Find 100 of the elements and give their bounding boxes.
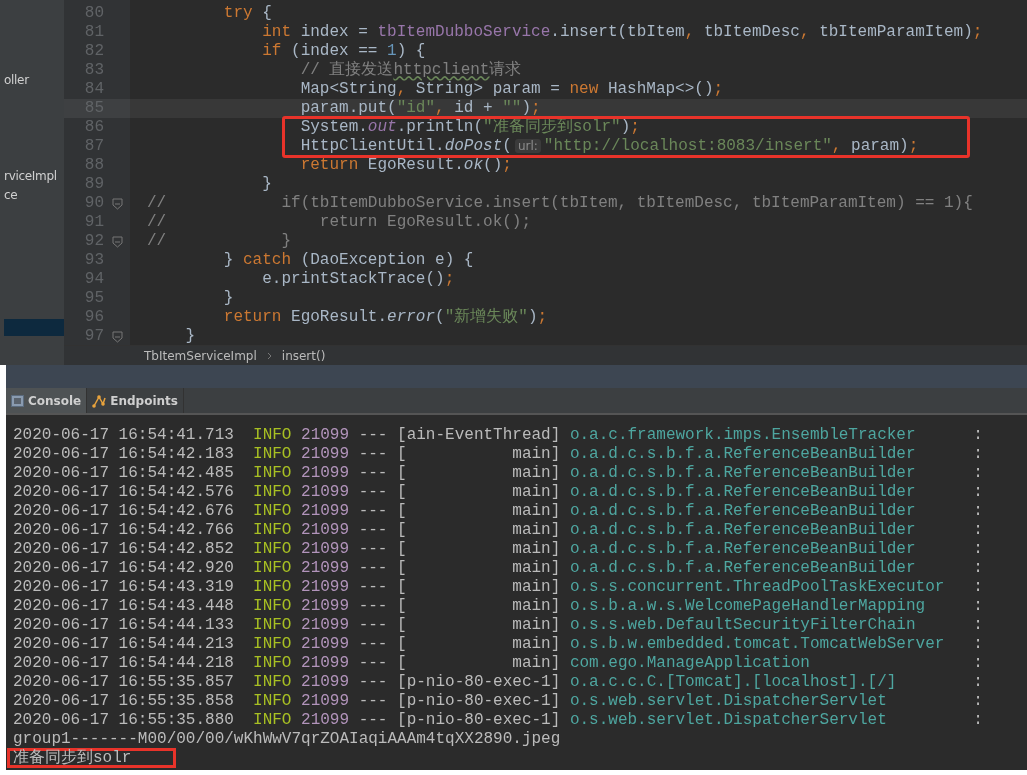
log-colon: : <box>973 426 983 445</box>
sidebar-item[interactable]: ce <box>4 187 64 204</box>
thread-name: [ main] <box>397 483 561 502</box>
log-colon: : <box>973 464 983 483</box>
log-level: INFO <box>253 692 292 711</box>
log-colon: : <box>973 673 983 692</box>
code-line: System.out.println("准备同步到solr"); <box>299 118 640 137</box>
log-timestamp: 2020-06-17 16:54:44.133 <box>13 616 234 635</box>
log-separator: --- <box>358 578 388 597</box>
thread-name: [ main] <box>397 502 561 521</box>
logger-name: o.a.d.c.s.b.f.a.ReferenceBeanBuilder <box>569 559 917 578</box>
thread-name: [ main] <box>397 616 561 635</box>
code-line: return EgoResult.error("新增失败"); <box>222 308 548 327</box>
log-colon: : <box>973 711 983 730</box>
log-colon: : <box>973 578 983 597</box>
sidebar-item[interactable]: oller <box>4 72 64 89</box>
process-id: 21099 <box>301 578 350 597</box>
log-timestamp: 2020-06-17 16:54:43.319 <box>13 578 234 597</box>
log-separator: --- <box>358 483 388 502</box>
log-separator: --- <box>358 559 388 578</box>
log-timestamp: 2020-06-17 16:54:42.920 <box>13 559 234 578</box>
log-colon: : <box>973 445 983 464</box>
thread-name: [ main] <box>397 635 561 654</box>
logger-name: o.a.d.c.s.b.f.a.ReferenceBeanBuilder <box>569 521 917 540</box>
code-line: HttpClientUtil.doPost( url: "http://localhost:8083/insert", param); <box>299 137 919 156</box>
log-separator: --- <box>358 597 388 616</box>
breadcrumb-item[interactable]: insert() <box>281 348 326 363</box>
log-timestamp: 2020-06-17 16:55:35.880 <box>13 711 234 730</box>
code-line: if (index == 1) { <box>261 42 426 61</box>
breadcrumb-item[interactable]: TbItemServiceImpl <box>144 348 257 363</box>
log-level: INFO <box>253 540 292 559</box>
chevron-icon <box>266 351 272 360</box>
process-id: 21099 <box>301 521 350 540</box>
log-separator: --- <box>358 521 388 540</box>
log-level: INFO <box>253 426 292 445</box>
log-separator: --- <box>358 540 388 559</box>
code-line: // return EgoResult.ok(); <box>146 213 532 232</box>
code-line: // 直接发送httpclient请求 <box>299 61 522 80</box>
tab[interactable]: Endpoints <box>87 388 184 413</box>
log-level: INFO <box>253 521 292 540</box>
console-output: 准备同步到solr <box>13 748 132 768</box>
logger-name: o.s.web.servlet.DispatcherServlet <box>569 692 888 711</box>
logger-name: o.a.d.c.s.b.f.a.ReferenceBeanBuilder <box>569 502 917 521</box>
log-level: INFO <box>253 711 292 730</box>
log-level: INFO <box>253 654 292 673</box>
log-separator: --- <box>358 464 388 483</box>
log-level: INFO <box>253 559 292 578</box>
fold-icon[interactable] <box>112 330 123 343</box>
log-level: INFO <box>253 464 292 483</box>
log-separator: --- <box>358 635 388 654</box>
logger-name: o.s.s.web.DefaultSecurityFilterChain <box>569 616 917 635</box>
log-separator: --- <box>358 673 388 692</box>
fold-icon[interactable] <box>112 197 123 210</box>
thread-name: [ main] <box>397 540 561 559</box>
process-id: 21099 <box>301 673 350 692</box>
code-line: } <box>261 175 272 194</box>
sidebar-item[interactable]: rviceImpl <box>4 168 64 185</box>
code-line: try { <box>222 4 272 23</box>
log-timestamp: 2020-06-17 16:54:44.218 <box>13 654 234 673</box>
log-timestamp: 2020-06-17 16:54:42.485 <box>13 464 234 483</box>
tab[interactable]: Console <box>6 388 88 413</box>
fold-icon[interactable] <box>112 235 123 248</box>
log-separator: --- <box>358 616 388 635</box>
log-level: INFO <box>253 616 292 635</box>
process-id: 21099 <box>301 654 350 673</box>
console-icon <box>11 394 24 407</box>
log-separator: --- <box>358 692 388 711</box>
process-id: 21099 <box>301 616 350 635</box>
log-colon: : <box>973 559 983 578</box>
log-timestamp: 2020-06-17 16:55:35.857 <box>13 673 234 692</box>
log-level: INFO <box>253 502 292 521</box>
code-line: e.printStackTrace(); <box>261 270 455 289</box>
process-id: 21099 <box>301 635 350 654</box>
log-level: INFO <box>253 445 292 464</box>
log-timestamp: 2020-06-17 16:54:42.766 <box>13 521 234 540</box>
logger-name: o.s.web.servlet.DispatcherServlet <box>569 711 888 730</box>
thread-name: [ain-EventThread] <box>397 426 561 445</box>
thread-name: [ main] <box>397 445 561 464</box>
console-output: group1-------M00/00/00/wKhWwV7qrZOAIaqiAAAm4tqXX2890.jpeg <box>13 730 561 749</box>
code-line: } <box>184 327 195 346</box>
process-id: 21099 <box>301 692 350 711</box>
logger-name: o.a.d.c.s.b.f.a.ReferenceBeanBuilder <box>569 483 917 502</box>
log-timestamp: 2020-06-17 16:54:42.676 <box>13 502 234 521</box>
code-line: } catch (DaoException e) { <box>222 251 474 270</box>
log-colon: : <box>973 483 983 502</box>
log-timestamp: 2020-06-17 16:54:42.852 <box>13 540 234 559</box>
process-id: 21099 <box>301 540 350 559</box>
code-line: // if(tbItemDubboService.insert(tbItem, tbItemDesc, tbItemParamItem) == 1){ <box>146 194 973 213</box>
log-colon: : <box>973 616 983 635</box>
logger-name: o.a.c.c.C.[Tomcat].[localhost].[/] <box>569 673 898 692</box>
code-line: param.put("id", id + ""); <box>299 99 541 118</box>
logger-name: com.ego.ManageApplication <box>569 654 811 673</box>
logger-name: o.s.b.w.embedded.tomcat.TomcatWebServer <box>569 635 946 654</box>
log-colon: : <box>973 521 983 540</box>
log-level: INFO <box>253 483 292 502</box>
logger-name: o.s.s.concurrent.ThreadPoolTaskExecutor <box>569 578 946 597</box>
log-separator: --- <box>358 445 388 464</box>
log-level: INFO <box>253 635 292 654</box>
code-line: // } <box>146 232 292 251</box>
log-timestamp: 2020-06-17 16:54:42.576 <box>13 483 234 502</box>
